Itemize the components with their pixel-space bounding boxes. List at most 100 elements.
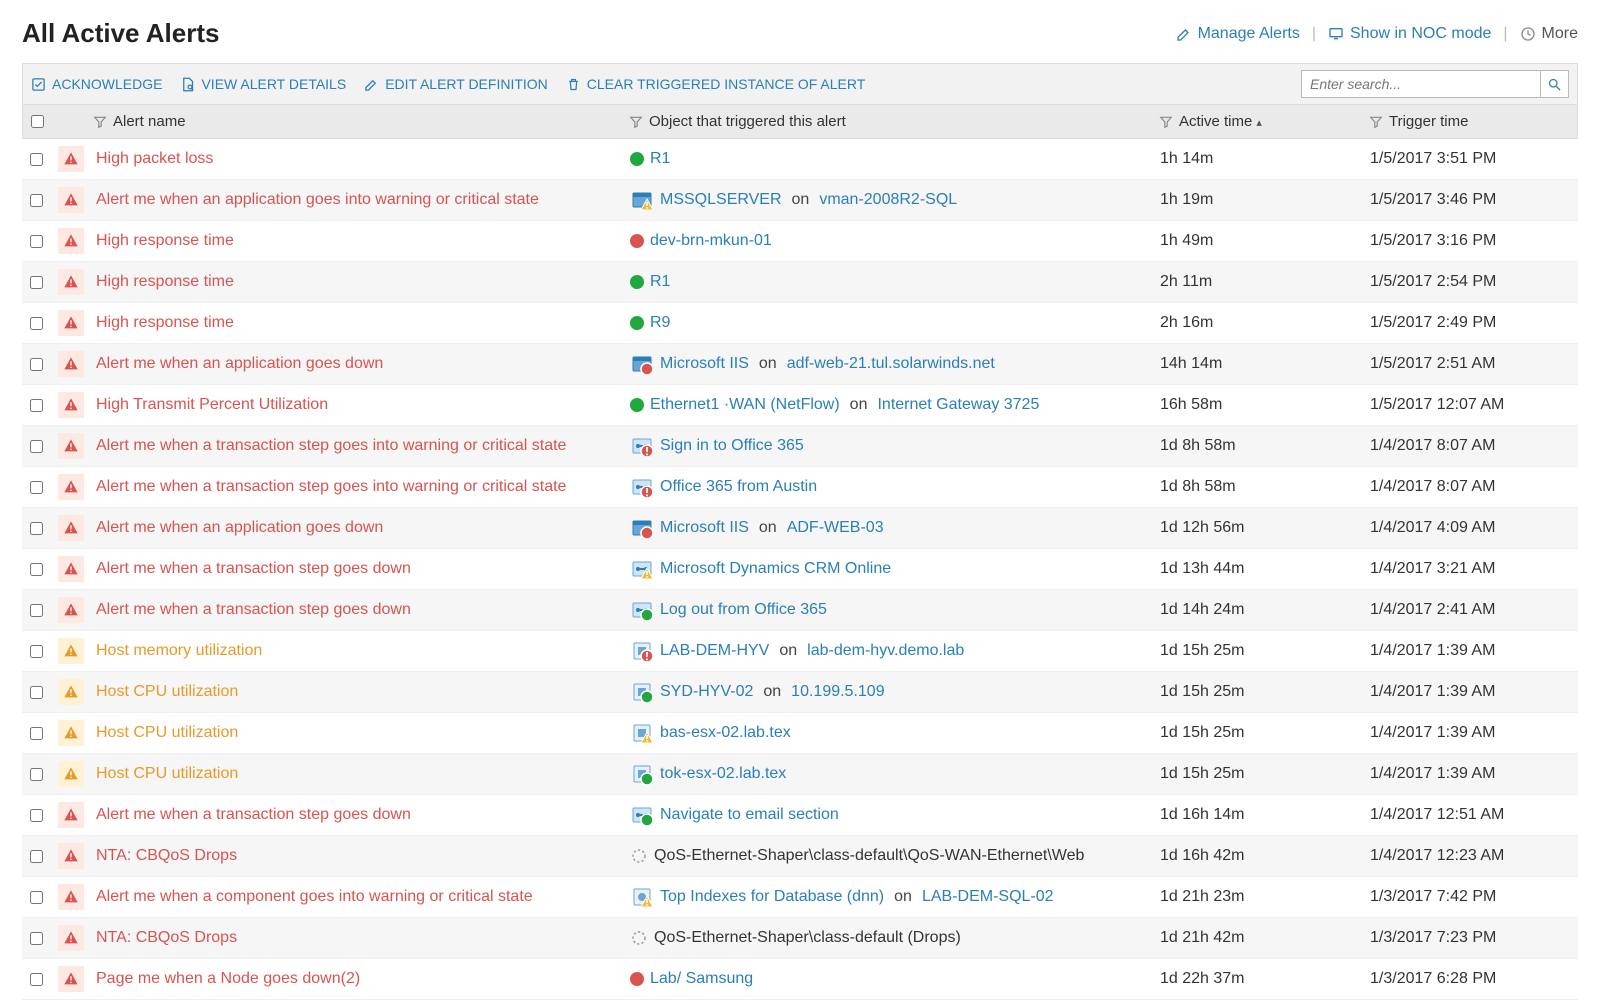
alert-name-link[interactable]: High Transmit Percent Utilization bbox=[96, 396, 328, 414]
row-checkbox[interactable] bbox=[30, 891, 43, 904]
object-link[interactable]: SYD-HYV-02 bbox=[660, 683, 753, 701]
table-row: Host CPU utilization tok-esx-02.lab.tex … bbox=[22, 754, 1578, 795]
alert-name-link[interactable]: Alert me when a transaction step goes in… bbox=[96, 437, 566, 455]
trigger-time-value: 1/4/2017 3:21 AM bbox=[1370, 560, 1495, 578]
row-checkbox[interactable] bbox=[30, 153, 43, 166]
clear-triggered-button[interactable]: CLEAR TRIGGERED INSTANCE OF ALERT bbox=[566, 76, 866, 92]
row-checkbox[interactable] bbox=[30, 522, 43, 535]
column-alert-name[interactable]: Alert name bbox=[93, 113, 629, 130]
object-link[interactable]: MSSQLSERVER bbox=[660, 191, 782, 209]
alert-name-link[interactable]: Alert me when a transaction step goes in… bbox=[96, 478, 566, 496]
show-noc-link[interactable]: Show in NOC mode bbox=[1328, 25, 1491, 43]
select-all-checkbox[interactable] bbox=[31, 115, 44, 128]
object-link[interactable]: R1 bbox=[650, 150, 670, 168]
row-checkbox[interactable] bbox=[30, 317, 43, 330]
alert-name-link[interactable]: NTA: CBQoS Drops bbox=[96, 929, 237, 947]
object-link[interactable]: Log out from Office 365 bbox=[660, 601, 827, 619]
object-link[interactable]: dev-brn-mkun-01 bbox=[650, 232, 772, 250]
object-link[interactable]: Top Indexes for Database (dnn) bbox=[660, 888, 884, 906]
view-details-button[interactable]: VIEW ALERT DETAILS bbox=[180, 76, 346, 92]
object-link[interactable]: Ethernet1 ·WAN (NetFlow) bbox=[650, 396, 840, 414]
object-link[interactable]: Sign in to Office 365 bbox=[660, 437, 804, 455]
row-checkbox[interactable] bbox=[30, 563, 43, 576]
object-link[interactable]: Microsoft IIS bbox=[660, 355, 749, 373]
row-checkbox[interactable] bbox=[30, 932, 43, 945]
row-checkbox[interactable] bbox=[30, 973, 43, 986]
transaction-up-icon bbox=[630, 803, 654, 827]
alert-name-link[interactable]: Alert me when a transaction step goes do… bbox=[96, 601, 411, 619]
search-input[interactable] bbox=[1301, 70, 1541, 98]
object-link[interactable]: Microsoft IIS bbox=[660, 519, 749, 537]
row-checkbox[interactable] bbox=[30, 194, 43, 207]
row-checkbox[interactable] bbox=[30, 686, 43, 699]
application-warning-icon bbox=[630, 188, 654, 212]
column-active-time[interactable]: Active time bbox=[1159, 113, 1369, 130]
object-cell: R1 bbox=[630, 150, 670, 168]
object-link[interactable]: ADF-WEB-03 bbox=[787, 519, 884, 537]
column-object[interactable]: Object that triggered this alert bbox=[629, 113, 1159, 130]
active-time-value: 16h 58m bbox=[1160, 396, 1222, 414]
object-link[interactable]: vman-2008R2-SQL bbox=[819, 191, 957, 209]
edit-definition-button[interactable]: EDIT ALERT DEFINITION bbox=[364, 76, 548, 92]
row-checkbox[interactable] bbox=[30, 604, 43, 617]
row-checkbox[interactable] bbox=[30, 481, 43, 494]
alert-name-link[interactable]: High response time bbox=[96, 273, 234, 291]
object-link[interactable]: bas-esx-02.lab.tex bbox=[660, 724, 791, 742]
alert-name-link[interactable]: Alert me when an application goes into w… bbox=[96, 191, 539, 209]
table-row: High response time dev-brn-mkun-01 1h 49… bbox=[22, 221, 1578, 262]
warning-triangle-icon bbox=[63, 561, 79, 577]
object-link[interactable]: R1 bbox=[650, 273, 670, 291]
row-checkbox[interactable] bbox=[30, 768, 43, 781]
object-link[interactable]: adf-web-21.tul.solarwinds.net bbox=[787, 355, 995, 373]
row-checkbox[interactable] bbox=[30, 727, 43, 740]
object-cell: SYD-HYV-02on10.199.5.109 bbox=[630, 680, 885, 704]
object-link[interactable]: R9 bbox=[650, 314, 670, 332]
pencil-icon bbox=[364, 77, 379, 92]
severity-badge bbox=[58, 392, 84, 418]
severity-badge bbox=[58, 761, 84, 787]
row-checkbox[interactable] bbox=[30, 809, 43, 822]
search-button[interactable] bbox=[1541, 70, 1569, 98]
alert-name-link[interactable]: Host CPU utilization bbox=[96, 683, 238, 701]
alert-name-link[interactable]: NTA: CBQoS Drops bbox=[96, 847, 237, 865]
manage-alerts-link[interactable]: Manage Alerts bbox=[1176, 25, 1300, 43]
alert-name-link[interactable]: Host CPU utilization bbox=[96, 765, 238, 783]
row-checkbox[interactable] bbox=[30, 399, 43, 412]
row-checkbox[interactable] bbox=[30, 358, 43, 371]
row-checkbox[interactable] bbox=[30, 645, 43, 658]
object-link[interactable]: LAB-DEM-HYV bbox=[660, 642, 769, 660]
alert-name-link[interactable]: Alert me when a transaction step goes do… bbox=[96, 806, 411, 824]
row-checkbox[interactable] bbox=[30, 235, 43, 248]
alert-name-link[interactable]: Host CPU utilization bbox=[96, 724, 238, 742]
object-link[interactable]: Microsoft Dynamics CRM Online bbox=[660, 560, 891, 578]
page-title: All Active Alerts bbox=[22, 18, 219, 49]
acknowledge-button[interactable]: ACKNOWLEDGE bbox=[31, 76, 162, 92]
object-link[interactable]: Lab/ Samsung bbox=[650, 970, 753, 988]
alert-name-link[interactable]: High packet loss bbox=[96, 150, 213, 168]
alert-name-link[interactable]: High response time bbox=[96, 232, 234, 250]
pencil-icon bbox=[1176, 26, 1192, 42]
alert-name-link[interactable]: Page me when a Node goes down(2) bbox=[96, 970, 360, 988]
object-link[interactable]: 10.199.5.109 bbox=[791, 683, 884, 701]
row-checkbox[interactable] bbox=[30, 440, 43, 453]
alert-name-link[interactable]: Alert me when a component goes into warn… bbox=[96, 888, 533, 906]
more-menu[interactable]: More bbox=[1520, 25, 1578, 43]
alert-name-link[interactable]: Alert me when an application goes down bbox=[96, 519, 383, 537]
object-link[interactable]: tok-esx-02.lab.tex bbox=[660, 765, 786, 783]
object-cell: Microsoft IISonadf-web-21.tul.solarwinds… bbox=[630, 352, 995, 376]
object-link[interactable]: lab-dem-hyv.demo.lab bbox=[807, 642, 964, 660]
object-text: QoS-Ethernet-Shaper\class-default\QoS-WA… bbox=[654, 847, 1084, 865]
object-link[interactable]: Office 365 from Austin bbox=[660, 478, 817, 496]
alert-name-link[interactable]: High response time bbox=[96, 314, 234, 332]
object-link[interactable]: Navigate to email section bbox=[660, 806, 839, 824]
row-checkbox[interactable] bbox=[30, 850, 43, 863]
table-row: High Transmit Percent Utilization Ethern… bbox=[22, 385, 1578, 426]
alert-name-link[interactable]: Host memory utilization bbox=[96, 642, 262, 660]
alert-name-link[interactable]: Alert me when an application goes down bbox=[96, 355, 383, 373]
column-trigger-time[interactable]: Trigger time bbox=[1369, 113, 1569, 130]
object-link[interactable]: LAB-DEM-SQL-02 bbox=[922, 888, 1054, 906]
object-link[interactable]: Internet Gateway 3725 bbox=[877, 396, 1039, 414]
row-checkbox[interactable] bbox=[30, 276, 43, 289]
alert-name-link[interactable]: Alert me when a transaction step goes do… bbox=[96, 560, 411, 578]
edit-definition-label: EDIT ALERT DEFINITION bbox=[385, 76, 548, 92]
